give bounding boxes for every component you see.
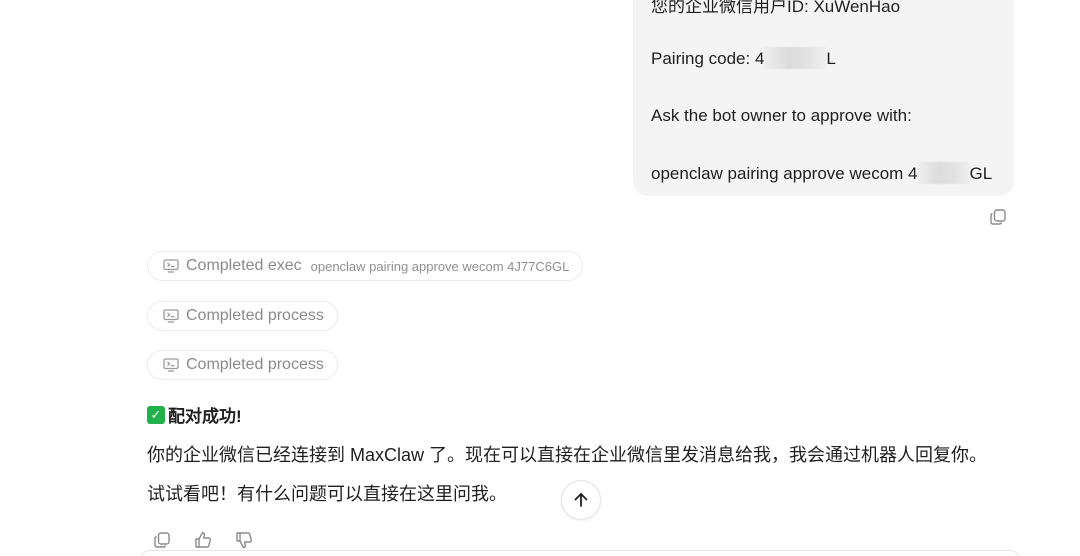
reply-paragraph: 你的企业微信已经连接到 MaxClaw 了。现在可以直接在企业微信里发消息给我，… [147,445,988,465]
approve-instruction-line: Ask the bot owner to approve with: [651,106,912,125]
scroll-button[interactable] [561,480,601,520]
tool-call-process-chip[interactable]: Completed process [147,301,338,331]
reply-title-text: 配对成功! [168,407,242,426]
reply-paragraph: 试试看吧！有什么问题可以直接在这里问我。 [147,484,507,504]
copy-icon [154,532,170,548]
pairing-code-line: Pairing code: 4 L [651,46,836,69]
copy-user-message-button[interactable] [987,206,1009,228]
arrow-up-icon [574,493,588,507]
reply-title: ✓ 配对成功! [147,402,242,427]
pairing-code-suffix: L [826,49,836,68]
message-composer[interactable] [140,550,1020,556]
thumbs-up-icon [195,531,211,548]
thumbs-up-button[interactable] [191,528,215,552]
check-mark-icon: ✓ [147,405,165,424]
approve-command-line: openclaw pairing approve wecom 4 GL [651,161,993,184]
terminal-icon [163,358,179,372]
tool-call-label: Completed process [186,307,324,324]
terminal-icon [163,309,179,323]
tool-call-process-chip[interactable]: Completed process [147,350,338,380]
thumbs-down-button[interactable] [232,528,256,552]
user-id-line: 您的企业微信用户ID: XuWenHao [651,0,901,16]
thumbs-down-icon [236,532,252,549]
pairing-code-prefix: Pairing code: 4 [651,49,765,68]
tool-call-command: openclaw pairing approve wecom 4J77C6GL [310,258,570,274]
redacted-block [764,46,827,69]
tool-call-label: Completed process [186,356,324,373]
tool-call-label: Completed exec [186,257,302,274]
copy-icon [990,209,1006,225]
redacted-block [917,161,970,184]
user-message-bubble: 您的企业微信用户ID: XuWenHao Pairing code: 4 L As… [633,0,1014,196]
terminal-icon [163,259,179,273]
tool-call-exec-chip[interactable]: Completed exec openclaw pairing approve … [147,251,584,281]
message-actions [150,528,256,552]
chat-view: 您的企业微信用户ID: XuWenHao Pairing code: 4 L As… [0,0,1080,556]
approve-command-suffix: GL [969,164,993,183]
approve-command-prefix: openclaw pairing approve wecom 4 [651,164,918,183]
copy-reply-button[interactable] [150,528,174,552]
